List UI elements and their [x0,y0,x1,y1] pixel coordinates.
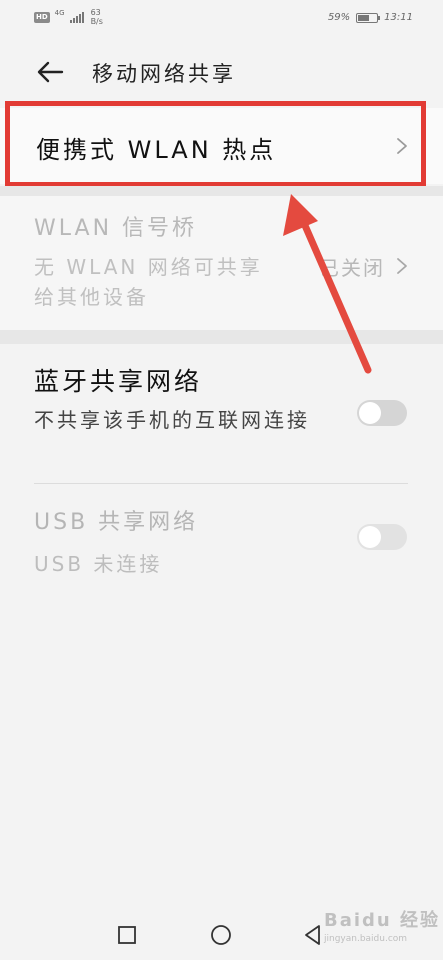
status-bar: HD 4G 63 B/s 59% 13:11 [0,0,443,36]
nav-recents-icon[interactable] [114,922,140,948]
usb-tethering-item[interactable]: USB 共享网络 USB 未连接 [0,492,443,592]
page-header: 移动网络共享 [0,48,443,98]
bluetooth-tethering-item[interactable]: 蓝牙共享网络 不共享该手机的互联网连接 [0,344,443,482]
back-arrow-icon[interactable] [34,56,66,88]
network-type: 4G [54,9,65,17]
section-divider [0,330,443,344]
usb-tethering-toggle[interactable] [357,524,407,550]
bluetooth-tethering-toggle[interactable] [357,400,407,426]
row-divider [34,483,408,484]
section-divider [0,186,443,196]
bluetooth-tethering-description: 不共享该手机的互联网连接 [34,408,310,432]
page-title: 移动网络共享 [92,62,236,86]
wlan-bridge-item[interactable]: WLAN 信号桥 无 WLAN 网络可共享给其他设备 已关闭 [0,196,443,330]
bluetooth-tethering-title: 蓝牙共享网络 [34,367,203,396]
wlan-bridge-title: WLAN 信号桥 [34,216,198,241]
battery-icon [356,12,381,23]
network-speed: 63 B/s [91,8,103,26]
status-right: 59% 13:11 [328,12,413,23]
usb-tethering-title: USB 共享网络 [34,510,199,535]
wlan-bridge-description: 无 WLAN 网络可共享给其他设备 [34,255,263,309]
wlan-bridge-status: 已关闭 [319,256,385,280]
usb-tethering-description: USB 未连接 [34,552,163,576]
watermark-url: jingyan.baidu.com [324,934,408,944]
battery-percent: 59% [327,12,351,23]
network-speed-unit: B/s [90,17,103,26]
annotation-highlight-box [5,101,426,187]
signal-strength-icon [69,11,84,23]
baidu-watermark: Baidu 经验 jingyan.baidu.com [324,906,440,944]
hd-badge: HD [34,11,50,23]
nav-home-icon[interactable] [208,922,234,948]
nav-back-icon[interactable] [300,922,326,948]
chevron-right-icon [397,258,407,274]
clock: 13:11 [384,12,413,23]
status-left: HD 4G 63 B/s [34,8,103,26]
network-speed-value: 63 [90,8,101,17]
watermark-logo: Baidu 经验 [324,910,441,931]
